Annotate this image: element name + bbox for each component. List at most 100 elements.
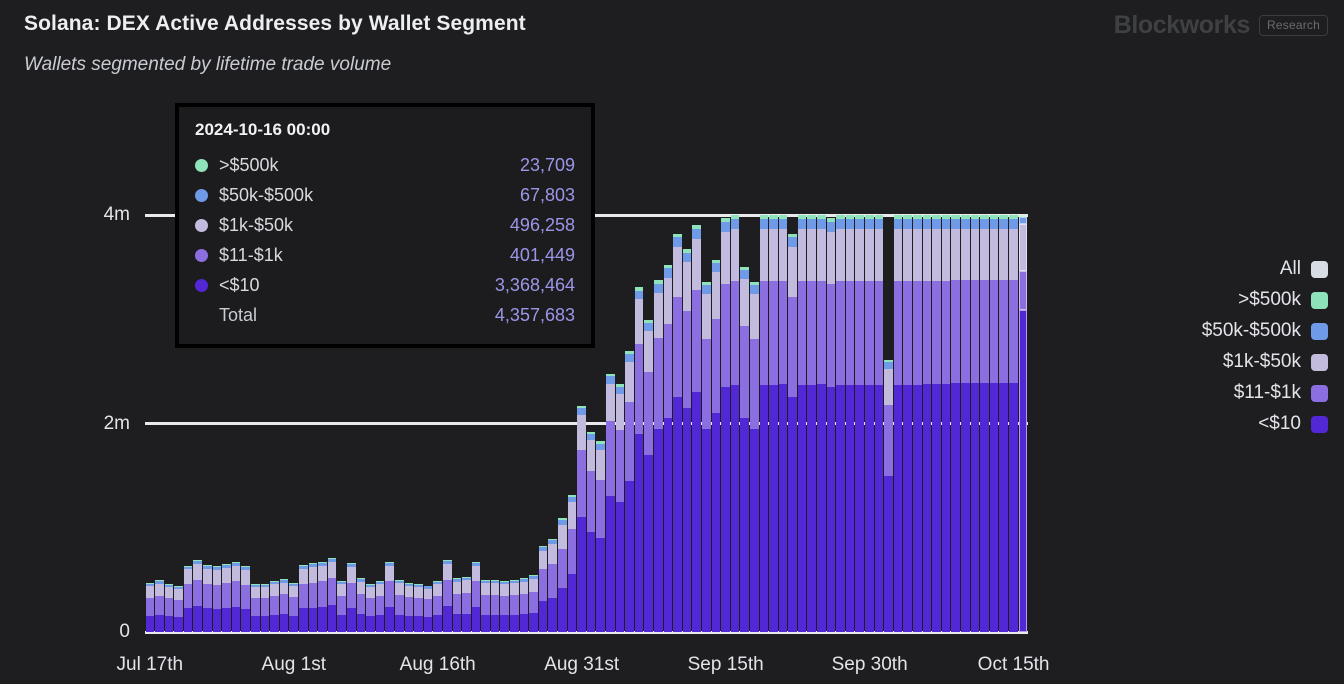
bar-segment (481, 595, 490, 615)
bar-column[interactable] (903, 215, 913, 632)
bar-segment (616, 394, 625, 430)
bar-column[interactable] (855, 215, 865, 632)
tooltip-dot-icon (195, 219, 208, 232)
bar-segment (644, 331, 653, 372)
bar-column[interactable] (145, 215, 155, 632)
legend-item-4[interactable]: $11-$1k (1234, 382, 1328, 404)
bar-column[interactable] (807, 215, 817, 632)
bar-segment (625, 402, 634, 481)
bar-segment (913, 219, 922, 229)
bar-segment (193, 606, 202, 632)
bar-segment (673, 237, 682, 247)
bar-column[interactable] (999, 215, 1009, 632)
legend-item-label: >$500k (1238, 289, 1301, 311)
bar-column[interactable] (644, 215, 654, 632)
bar-segment (347, 583, 356, 608)
legend-item-3[interactable]: $1k-$50k (1223, 351, 1328, 373)
bar-segment (846, 281, 855, 385)
bar-column[interactable] (701, 215, 711, 632)
bar-column[interactable] (788, 215, 798, 632)
bar-column[interactable] (653, 215, 663, 632)
legend-item-2[interactable]: $50k-$500k (1202, 320, 1328, 342)
bar-column[interactable] (740, 215, 750, 632)
bar-segment (558, 549, 567, 589)
bar-segment (827, 284, 836, 387)
bar-column[interactable] (922, 215, 932, 632)
bar-segment (299, 608, 308, 632)
bar-column[interactable] (759, 215, 769, 632)
bar-column[interactable] (826, 215, 836, 632)
tooltip-series-value: 67,803 (520, 185, 575, 206)
bar-segment (270, 615, 279, 632)
bar-column[interactable] (797, 215, 807, 632)
bar-segment (328, 578, 337, 605)
bar-segment (683, 262, 692, 310)
bar-column[interactable] (989, 215, 999, 632)
bar-column[interactable] (941, 215, 951, 632)
bar-segment (625, 481, 634, 632)
bar-column[interactable] (1008, 215, 1018, 632)
bar-column[interactable] (874, 215, 884, 632)
bar-column[interactable] (845, 215, 855, 632)
legend-item-1[interactable]: >$500k (1238, 289, 1328, 311)
bar-column[interactable] (913, 215, 923, 632)
bar-segment (520, 594, 529, 614)
bar-segment (232, 607, 241, 632)
bar-column[interactable] (673, 215, 683, 632)
bar-segment (289, 597, 298, 616)
bar-segment (855, 281, 864, 385)
bar-segment (644, 323, 653, 331)
bar-segment (990, 219, 999, 229)
bar-column[interactable] (164, 215, 174, 632)
bar-segment (865, 281, 874, 385)
bar-column[interactable] (606, 215, 616, 632)
bar-column[interactable] (749, 215, 759, 632)
bar-column[interactable] (711, 215, 721, 632)
legend-item-5[interactable]: <$10 (1258, 413, 1328, 435)
bar-column[interactable] (884, 215, 894, 632)
bar-column[interactable] (960, 215, 970, 632)
bar-segment (251, 616, 260, 632)
bar-column[interactable] (970, 215, 980, 632)
bar-segment (251, 587, 260, 598)
bar-column[interactable] (893, 215, 903, 632)
bar-column[interactable] (721, 215, 731, 632)
bar-column[interactable] (596, 215, 606, 632)
bar-segment (289, 586, 298, 597)
x-axis-label: Oct 15th (978, 654, 1050, 676)
bar-column[interactable] (615, 215, 625, 632)
bar-segment (932, 384, 941, 632)
bar-column[interactable] (980, 215, 990, 632)
bar-column[interactable] (817, 215, 827, 632)
bar-column[interactable] (625, 215, 635, 632)
tooltip-series-value: 23,709 (520, 155, 575, 176)
bar-segment (865, 219, 874, 229)
bar-column[interactable] (778, 215, 788, 632)
bar-column[interactable] (1018, 215, 1028, 632)
bar-column[interactable] (730, 215, 740, 632)
legend-item-0[interactable]: All (1280, 258, 1328, 280)
bar-column[interactable] (836, 215, 846, 632)
bar-column[interactable] (865, 215, 875, 632)
bar-column[interactable] (682, 215, 692, 632)
bar-segment (500, 584, 509, 596)
bar-segment (760, 281, 769, 385)
bar-segment (836, 219, 845, 229)
bar-segment (213, 585, 222, 609)
bar-segment (798, 219, 807, 229)
bar-column[interactable] (769, 215, 779, 632)
tooltip-dot-icon (195, 249, 208, 262)
bar-segment (779, 229, 788, 281)
bar-segment (654, 338, 663, 429)
bar-column[interactable] (155, 215, 165, 632)
bar-column[interactable] (634, 215, 644, 632)
bar-segment (721, 387, 730, 632)
bar-column[interactable] (692, 215, 702, 632)
bar-segment (328, 562, 337, 578)
bar-segment (951, 219, 960, 229)
bar-segment (548, 564, 557, 597)
bar-segment (213, 609, 222, 632)
bar-column[interactable] (663, 215, 673, 632)
bar-column[interactable] (932, 215, 942, 632)
bar-column[interactable] (951, 215, 961, 632)
